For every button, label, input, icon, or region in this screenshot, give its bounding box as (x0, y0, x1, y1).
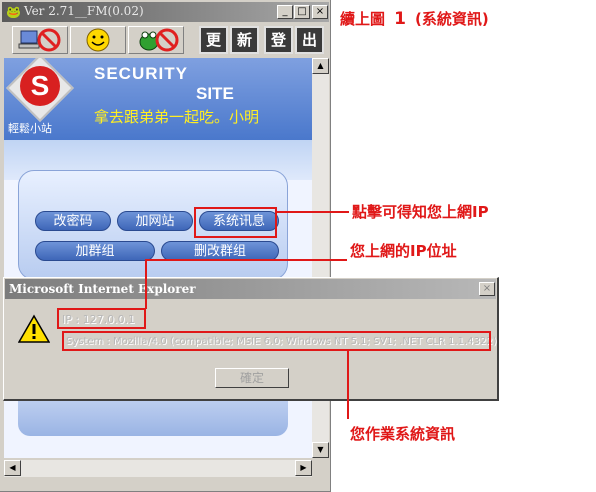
banner-security-text: SECURITY (94, 64, 188, 83)
banner-site-text: SITE (196, 84, 234, 103)
smiley-button[interactable] (70, 26, 126, 54)
frog-no-icon (139, 28, 179, 52)
app-titlebar[interactable]: 🐸 Ver 2.71__FM(0.02) _ □ × (2, 2, 329, 22)
warning-icon (18, 314, 50, 343)
change-password-button[interactable]: 改密码 (35, 211, 111, 231)
minimize-button[interactable]: _ (277, 5, 293, 19)
horizontal-scrollbar[interactable]: ◀ ▶ (4, 460, 312, 477)
banner-subtitle: 輕鬆小站 (8, 122, 52, 135)
add-site-button[interactable]: 加网站 (117, 211, 193, 231)
ip-callout-line-horizontal (145, 259, 347, 261)
dialog-close-button[interactable]: × (479, 282, 495, 296)
frog-no-button[interactable] (128, 26, 184, 54)
close-button[interactable]: × (312, 5, 328, 19)
update-button-right[interactable]: 新 (230, 26, 259, 54)
logout-button-right[interactable]: 出 (295, 26, 324, 54)
system-info-highlight (194, 207, 277, 238)
app-title: Ver 2.71__FM(0.02) (24, 4, 144, 18)
banner-marquee: 拿去跟弟弟一起吃。小明 (94, 108, 260, 126)
heading-number: 1 (394, 9, 406, 29)
heading-suffix: (系統資訊) (415, 10, 489, 28)
ok-button[interactable]: 確定 (215, 368, 289, 388)
ip-callout-line-vertical (145, 259, 147, 309)
computer-no-button[interactable] (12, 26, 68, 54)
maximize-button[interactable]: □ (294, 5, 310, 19)
computer-no-icon (18, 28, 61, 52)
system-info-callout-line (277, 211, 349, 213)
app-window: 🐸 Ver 2.71__FM(0.02) _ □ × 更 新 登 出 S SEC… (0, 0, 331, 492)
smiley-icon (86, 28, 110, 52)
scroll-down-icon[interactable]: ▼ (312, 442, 329, 458)
site-logo: S (20, 66, 60, 106)
heading-prefix: 續上圖 (340, 10, 386, 28)
site-banner: S SECURITY SITE 輕鬆小站 拿去跟弟弟一起吃。小明 (4, 58, 312, 140)
toolbar: 更 新 登 出 (2, 23, 329, 57)
dialog-titlebar[interactable]: Microsoft Internet Explorer × (5, 279, 496, 299)
os-callout-line (347, 351, 349, 419)
annotation-heading: 續上圖 1 (系統資訊) (340, 8, 489, 29)
scroll-up-icon[interactable]: ▲ (312, 58, 329, 74)
os-info-highlight (62, 331, 491, 351)
logout-button-left[interactable]: 登 (264, 26, 293, 54)
os-note: 您作業系統資訊 (350, 425, 456, 443)
scroll-left-icon[interactable]: ◀ (4, 460, 21, 476)
click-note: 點擊可得知您上網IP (352, 203, 489, 221)
scroll-right-icon[interactable]: ▶ (295, 460, 312, 476)
edit-group-button[interactable]: 删改群组 (161, 241, 279, 261)
ip-highlight (57, 308, 146, 329)
ip-note: 您上網的IP位址 (350, 242, 457, 260)
frog-icon: 🐸 (6, 5, 21, 19)
dialog-title: Microsoft Internet Explorer (9, 282, 196, 296)
update-button-left[interactable]: 更 (199, 26, 228, 54)
add-group-button[interactable]: 加群组 (35, 241, 155, 261)
